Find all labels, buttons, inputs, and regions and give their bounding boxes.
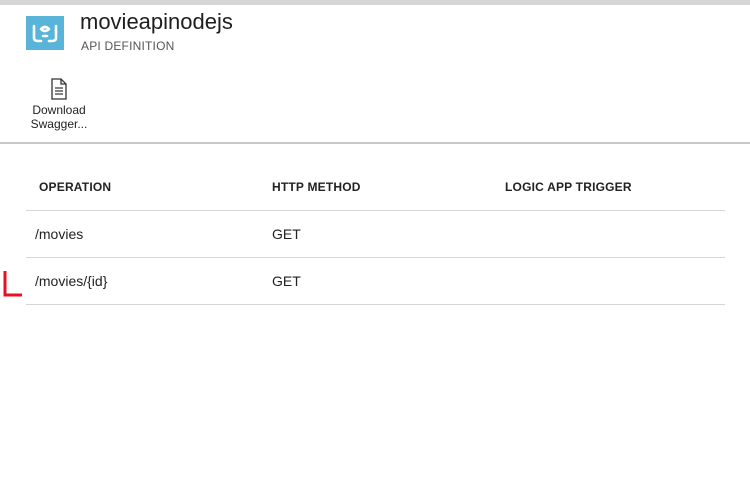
api-app-glyph	[32, 24, 58, 43]
table-row[interactable]: /movies GET	[26, 211, 725, 258]
column-header-operation: OPERATION	[39, 180, 112, 194]
download-label-line1: Download	[32, 103, 86, 117]
api-app-icon	[26, 16, 64, 50]
operations-table: OPERATION HTTP METHOD LOGIC APP TRIGGER …	[26, 164, 725, 305]
page-subtitle: API DEFINITION	[81, 39, 175, 53]
document-icon	[51, 78, 67, 100]
page-title: movieapinodejs	[80, 9, 233, 34]
highlight-bracket	[3, 271, 22, 297]
http-method-cell: GET	[272, 226, 301, 242]
top-strip	[0, 0, 750, 5]
operation-cell: /movies	[35, 226, 84, 242]
operation-cell: /movies/{id}	[35, 273, 108, 289]
toolbar-divider	[0, 142, 750, 144]
http-method-cell: GET	[272, 273, 301, 289]
column-header-http-method: HTTP METHOD	[272, 180, 361, 194]
table-header: OPERATION HTTP METHOD LOGIC APP TRIGGER	[26, 164, 725, 211]
download-swagger-button[interactable]: Download Swagger...	[22, 78, 96, 138]
table-row[interactable]: /movies/{id} GET	[26, 258, 725, 305]
download-label-line2: Swagger...	[30, 117, 88, 131]
column-header-logic-app-trigger: LOGIC APP TRIGGER	[505, 180, 632, 194]
